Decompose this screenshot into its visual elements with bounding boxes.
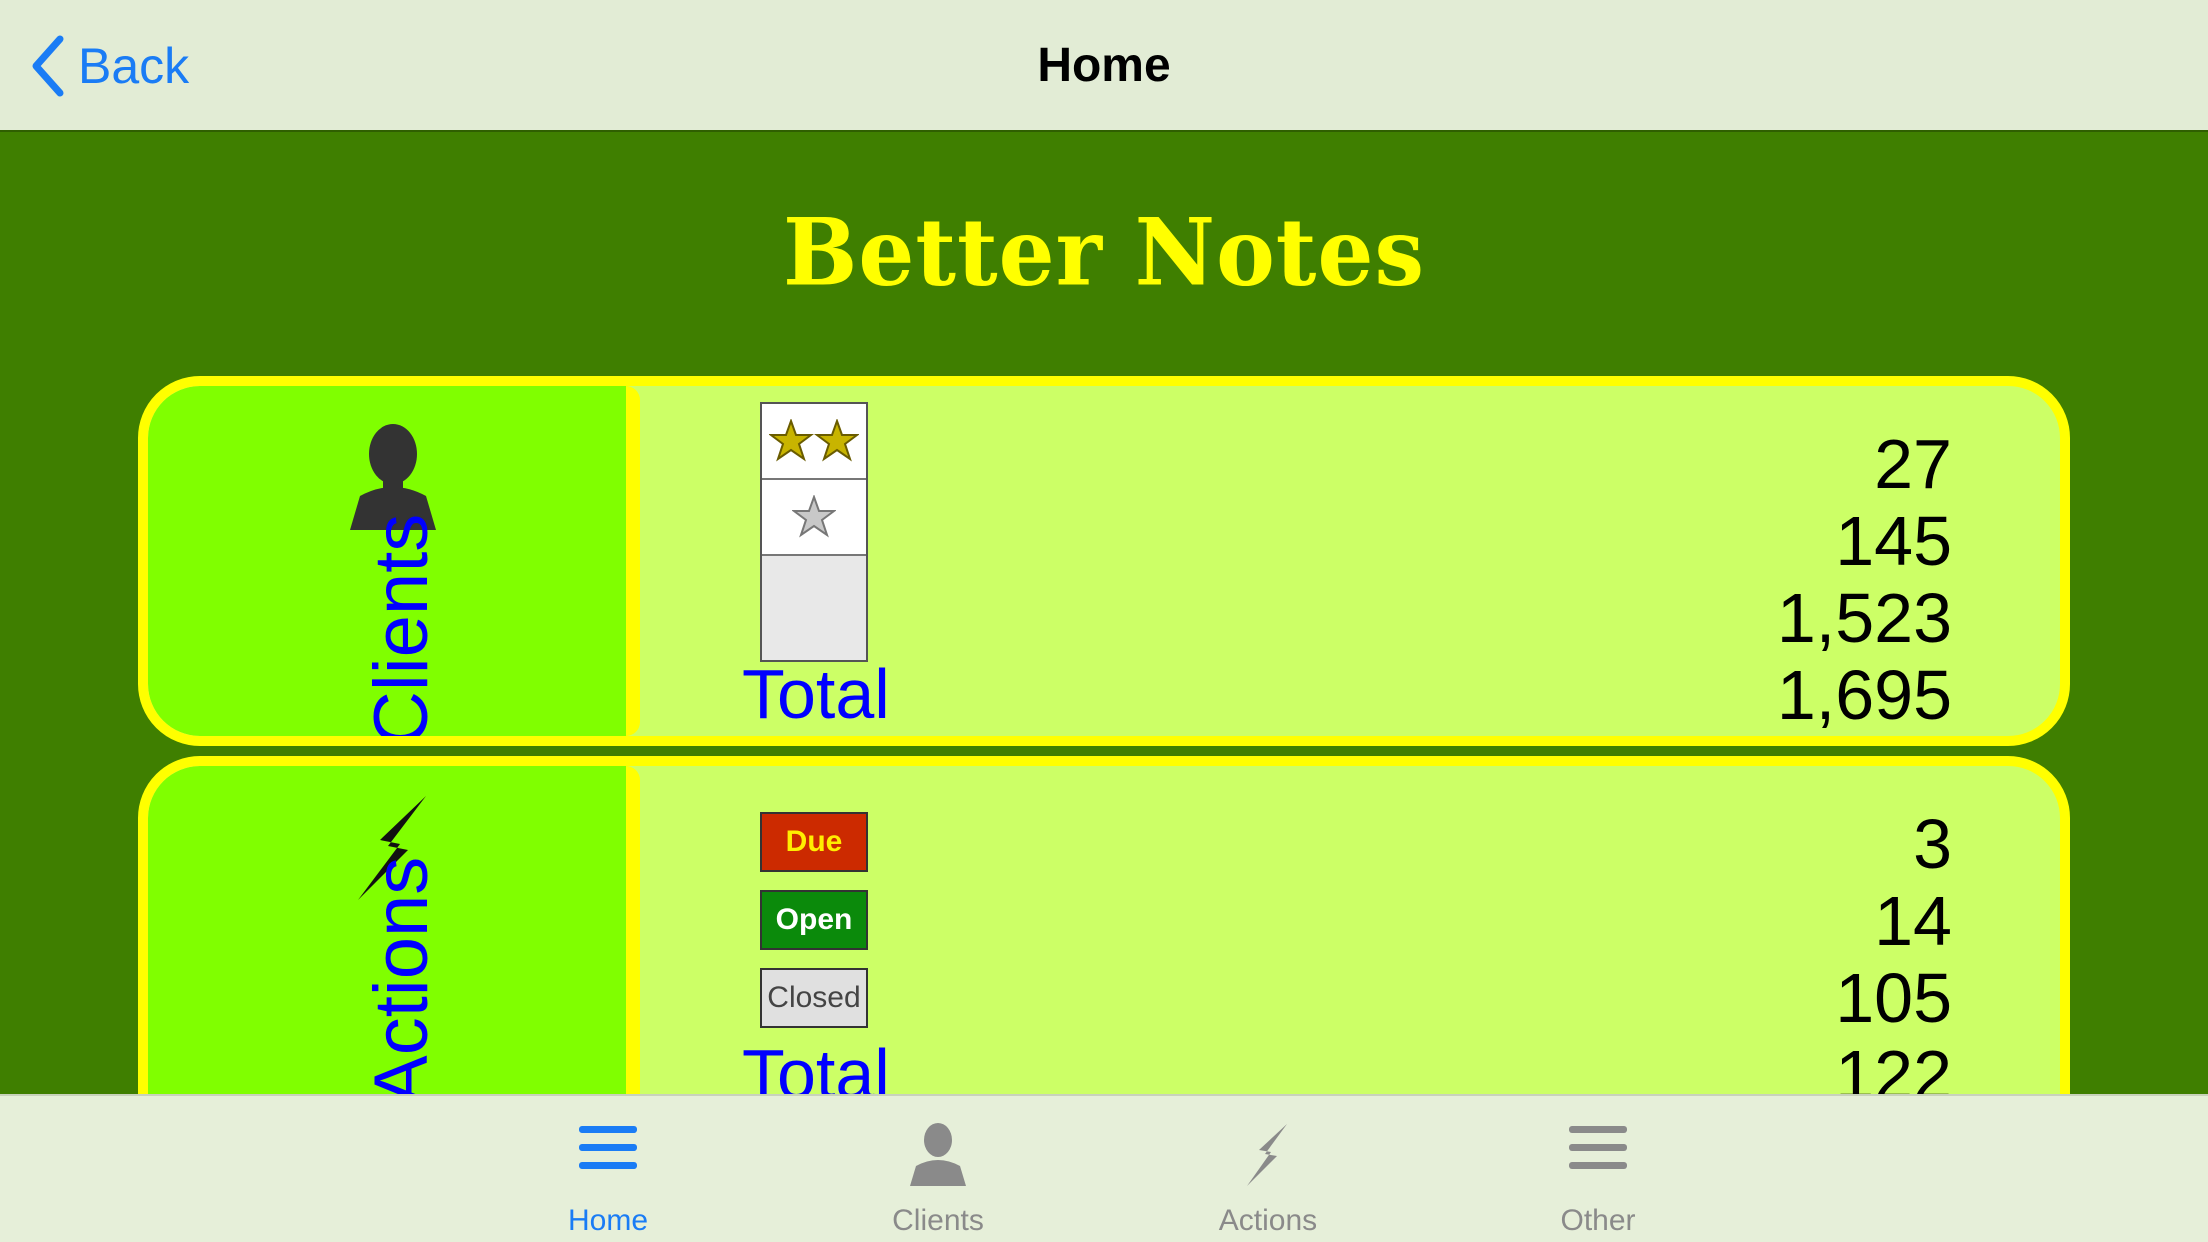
clients-side-label: Clients	[359, 513, 444, 746]
tab-actions[interactable]: Actions	[1148, 1096, 1388, 1242]
one-star-icon	[792, 495, 836, 538]
back-label: Back	[78, 38, 190, 94]
due-tag: Due	[760, 812, 868, 872]
closed-tag: Closed	[760, 968, 868, 1028]
person-icon	[910, 1123, 966, 1186]
clients-two-star-count: 27	[1874, 425, 1952, 503]
tab-actions-label: Actions	[1218, 1204, 1318, 1237]
actions-closed-count: 105	[1835, 959, 1952, 1037]
nav-title: Home	[1037, 39, 1171, 92]
tab-clients-label: Clients	[892, 1204, 984, 1237]
clients-total-label: Total	[742, 655, 890, 733]
actions-side-panel[interactable]: Actions	[148, 766, 640, 1146]
navigation-bar: Home Back	[0, 0, 2208, 132]
app-title: Better Notes	[783, 197, 1425, 307]
actions-values: 3 14 105 122	[1835, 806, 1952, 1114]
tab-other-label: Other	[1560, 1204, 1636, 1237]
menu-icon	[579, 1126, 637, 1169]
clients-values: 27 145 1,523 1,695	[1777, 426, 1952, 734]
star-legend	[760, 402, 868, 662]
clients-one-star-count: 145	[1835, 502, 1952, 580]
one-star-cell	[762, 480, 866, 556]
two-stars-icon	[769, 419, 859, 462]
chevron-left-icon	[32, 35, 64, 97]
menu-icon	[1569, 1126, 1627, 1169]
actions-due-count: 3	[1913, 805, 1952, 883]
actions-side-label: Actions	[359, 856, 444, 1106]
clients-no-star-count: 1,523	[1776, 579, 1952, 657]
clients-side-panel[interactable]: Clients	[148, 386, 640, 736]
tab-bar: Home Clients Actions Other	[0, 1094, 2208, 1242]
clients-total-count: 1,695	[1776, 656, 1952, 734]
back-button[interactable]: Back	[30, 28, 189, 104]
actions-open-count: 14	[1874, 882, 1952, 960]
lightning-icon	[1247, 1124, 1287, 1186]
tab-other[interactable]: Other	[1478, 1096, 1718, 1242]
clients-card[interactable]: Clients Total 27 145 1,523 1,695	[138, 376, 2070, 746]
no-star-cell	[762, 556, 866, 660]
two-stars-cell	[762, 404, 866, 480]
open-tag: Open	[760, 890, 868, 950]
tab-clients[interactable]: Clients	[818, 1096, 1058, 1242]
tab-home[interactable]: Home	[488, 1096, 728, 1242]
tab-home-label: Home	[567, 1204, 649, 1237]
